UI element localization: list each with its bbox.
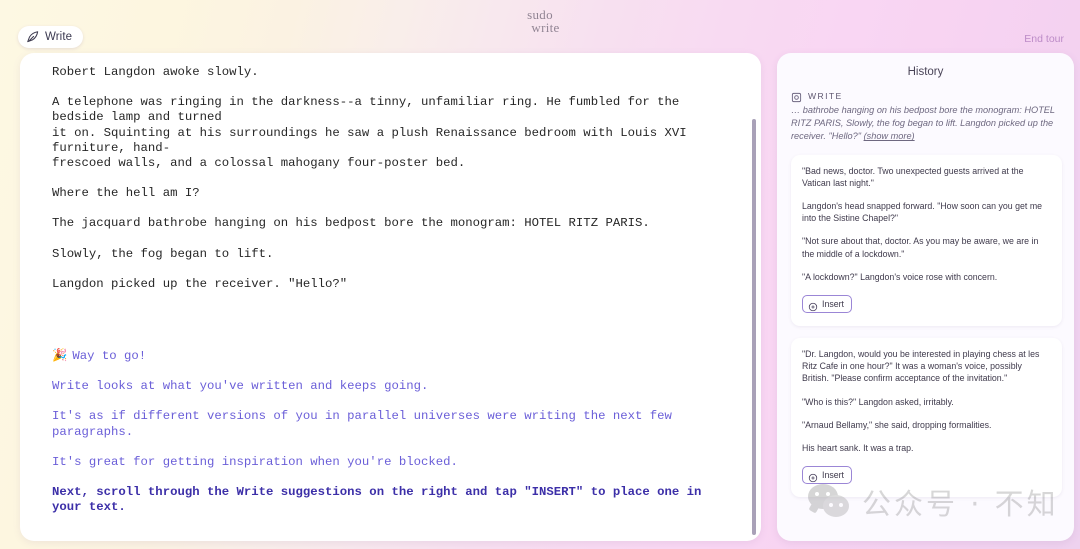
suggestion-card[interactable]: "Dr. Langdon, would you be interested in… (791, 338, 1062, 498)
tour-hint-line-1: Write looks at what you've written and k… (52, 379, 429, 394)
tour-hint-line-4: Next, scroll through the Write suggestio… (52, 485, 709, 515)
tour-hint-line-3: It's great for getting inspiration when … (52, 454, 458, 469)
quill-pen-icon (26, 30, 40, 44)
suggestion-paragraph: "Who is this?" Langdon asked, irritably. (802, 396, 954, 407)
history-group-label: WRITE (808, 90, 843, 101)
document-paragraph: Langdon picked up the receiver. "Hello?" (52, 276, 348, 291)
insert-button-label: Insert (822, 470, 845, 481)
suggestion-paragraph: "Not sure about that, doctor. As you may… (802, 236, 1039, 259)
history-group-excerpt: … bathrobe hanging on his bedpost bore t… (791, 104, 1062, 144)
document-paragraph: Where the hell am I? (52, 186, 200, 201)
document-paragraph: Robert Langdon awoke slowly. (52, 65, 259, 79)
history-panel: History WRITE … bathrobe hanging on his … (777, 53, 1074, 541)
write-stamp-icon (791, 90, 802, 103)
document-paragraph: Slowly, the fog began to lift. (52, 246, 274, 261)
suggestion-paragraph: His heart sank. It was a trap. (802, 443, 914, 454)
sudowrite-logo: sudo write (520, 8, 559, 34)
tour-hint-line-2: It's as if different versions of you in … (52, 409, 680, 439)
show-more-link[interactable]: (show more) (864, 131, 915, 141)
circle-plus-icon (808, 470, 818, 483)
history-excerpt-text: … bathrobe hanging on his bedpost bore t… (791, 105, 1055, 142)
document-paragraph: The jacquard bathrobe hanging on his bed… (52, 216, 650, 231)
top-bar: Write sudo write End tour (0, 0, 1080, 52)
history-group-header: WRITE (791, 90, 1062, 103)
suggestion-paragraph: "A lockdown?" Langdon's voice rose with … (802, 271, 998, 282)
editor-scrollbar[interactable] (752, 63, 756, 535)
insert-button-label: Insert (822, 299, 845, 310)
suggestion-paragraph: Langdon's head snapped forward. "How soo… (802, 201, 1043, 224)
tour-hint-celebrate-text: Way to go! (72, 349, 147, 364)
end-tour-button[interactable]: End tour (1024, 33, 1064, 45)
suggestion-paragraph: "Bad news, doctor. Two unexpected guests… (802, 165, 1024, 188)
suggestion-paragraph: "Dr. Langdon, would you be interested in… (802, 349, 1040, 384)
suggestion-paragraph: "Arnaud Bellamy," she said, dropping for… (802, 419, 992, 430)
write-mode-label: Write (45, 31, 73, 43)
party-popper-icon: 🎉 (52, 349, 68, 364)
editor-panel[interactable]: Robert Langdon awoke slowly. A telephone… (20, 53, 761, 541)
circle-plus-icon (808, 299, 818, 312)
editor-text-area[interactable]: Robert Langdon awoke slowly. A telephone… (20, 53, 761, 541)
tour-hint-celebrate: 🎉 Way to go! (52, 349, 731, 364)
insert-button[interactable]: Insert (802, 295, 853, 314)
suggestion-card[interactable]: "Bad news, doctor. Two unexpected guests… (791, 154, 1062, 327)
editor-scrollbar-thumb[interactable] (752, 119, 756, 535)
history-scroll-area[interactable]: WRITE … bathrobe hanging on his bedpost … (777, 86, 1074, 541)
write-mode-button[interactable]: Write (18, 26, 84, 48)
history-title: History (907, 66, 944, 78)
insert-button[interactable]: Insert (802, 466, 853, 485)
document-paragraph: A telephone was ringing in the darkness-… (52, 95, 687, 171)
logo-line-2: write (531, 20, 560, 35)
